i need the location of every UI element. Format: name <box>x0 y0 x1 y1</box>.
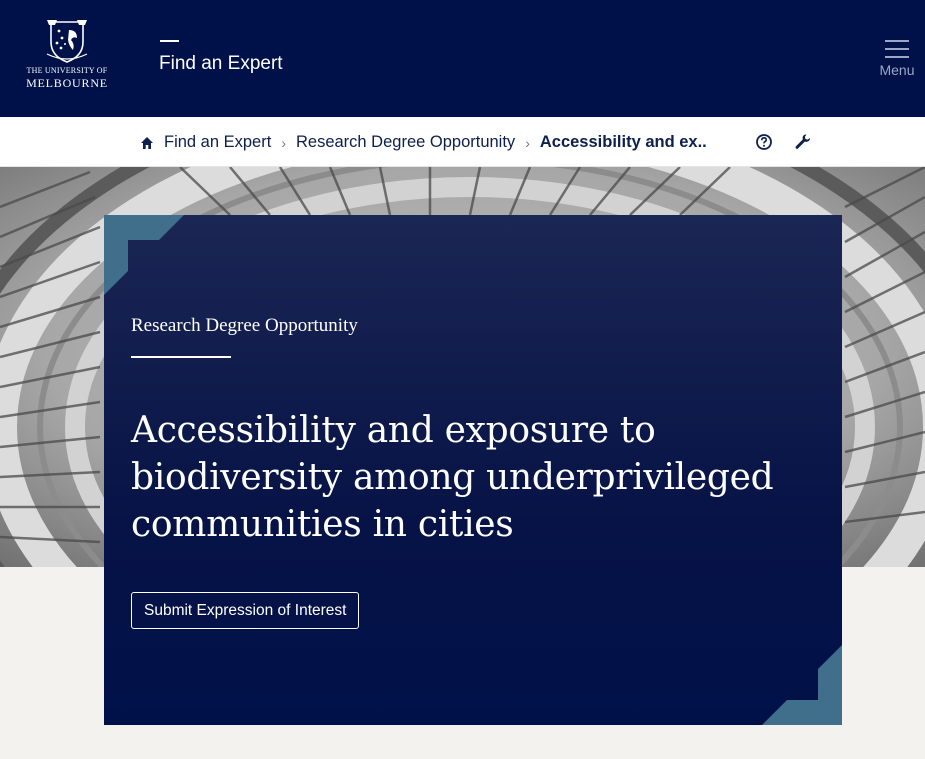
hamburger-icon <box>885 40 909 58</box>
menu-button[interactable]: Menu <box>873 40 921 84</box>
site-header: THE UNIVERSITY OF MELBOURNE Find an Expe… <box>0 0 925 117</box>
submit-expression-of-interest-button[interactable]: Submit Expression of Interest <box>131 592 360 629</box>
corner-accent-top-left <box>104 215 184 295</box>
menu-label: Menu <box>879 62 915 78</box>
home-icon[interactable] <box>140 136 154 150</box>
site-title[interactable]: Find an Expert <box>159 53 283 75</box>
page-title: Accessibility and exposure to biodiversi… <box>131 410 774 545</box>
eyebrow-rule <box>131 356 231 358</box>
logo-text-line2: MELBOURNE <box>26 76 108 90</box>
chevron-right-icon: › <box>281 134 286 151</box>
corner-accent-bottom-right <box>762 645 842 725</box>
breadcrumb-item-research-degree-opportunity[interactable]: Research Degree Opportunity <box>296 133 515 152</box>
help-circle-icon[interactable] <box>755 133 773 151</box>
logo-text-line1: THE UNIVERSITY OF <box>26 66 108 75</box>
hero-eyebrow: Research Degree Opportunity <box>131 315 358 336</box>
breadcrumb-item-find-an-expert[interactable]: Find an Expert <box>164 133 271 152</box>
title-accent-rule <box>160 40 179 42</box>
breadcrumb-current: Accessibility and ex.. <box>539 133 707 151</box>
university-crest-icon <box>46 20 88 63</box>
chevron-right-icon: › <box>525 134 530 151</box>
university-logo[interactable]: THE UNIVERSITY OF MELBOURNE <box>22 16 112 102</box>
breadcrumb: Find an Expert › Research Degree Opportu… <box>140 133 707 152</box>
breadcrumb-bar: Find an Expert › Research Degree Opportu… <box>0 117 925 167</box>
hero-card: Research Degree Opportunity Accessibilit… <box>104 215 842 725</box>
wrench-icon[interactable] <box>794 133 812 151</box>
